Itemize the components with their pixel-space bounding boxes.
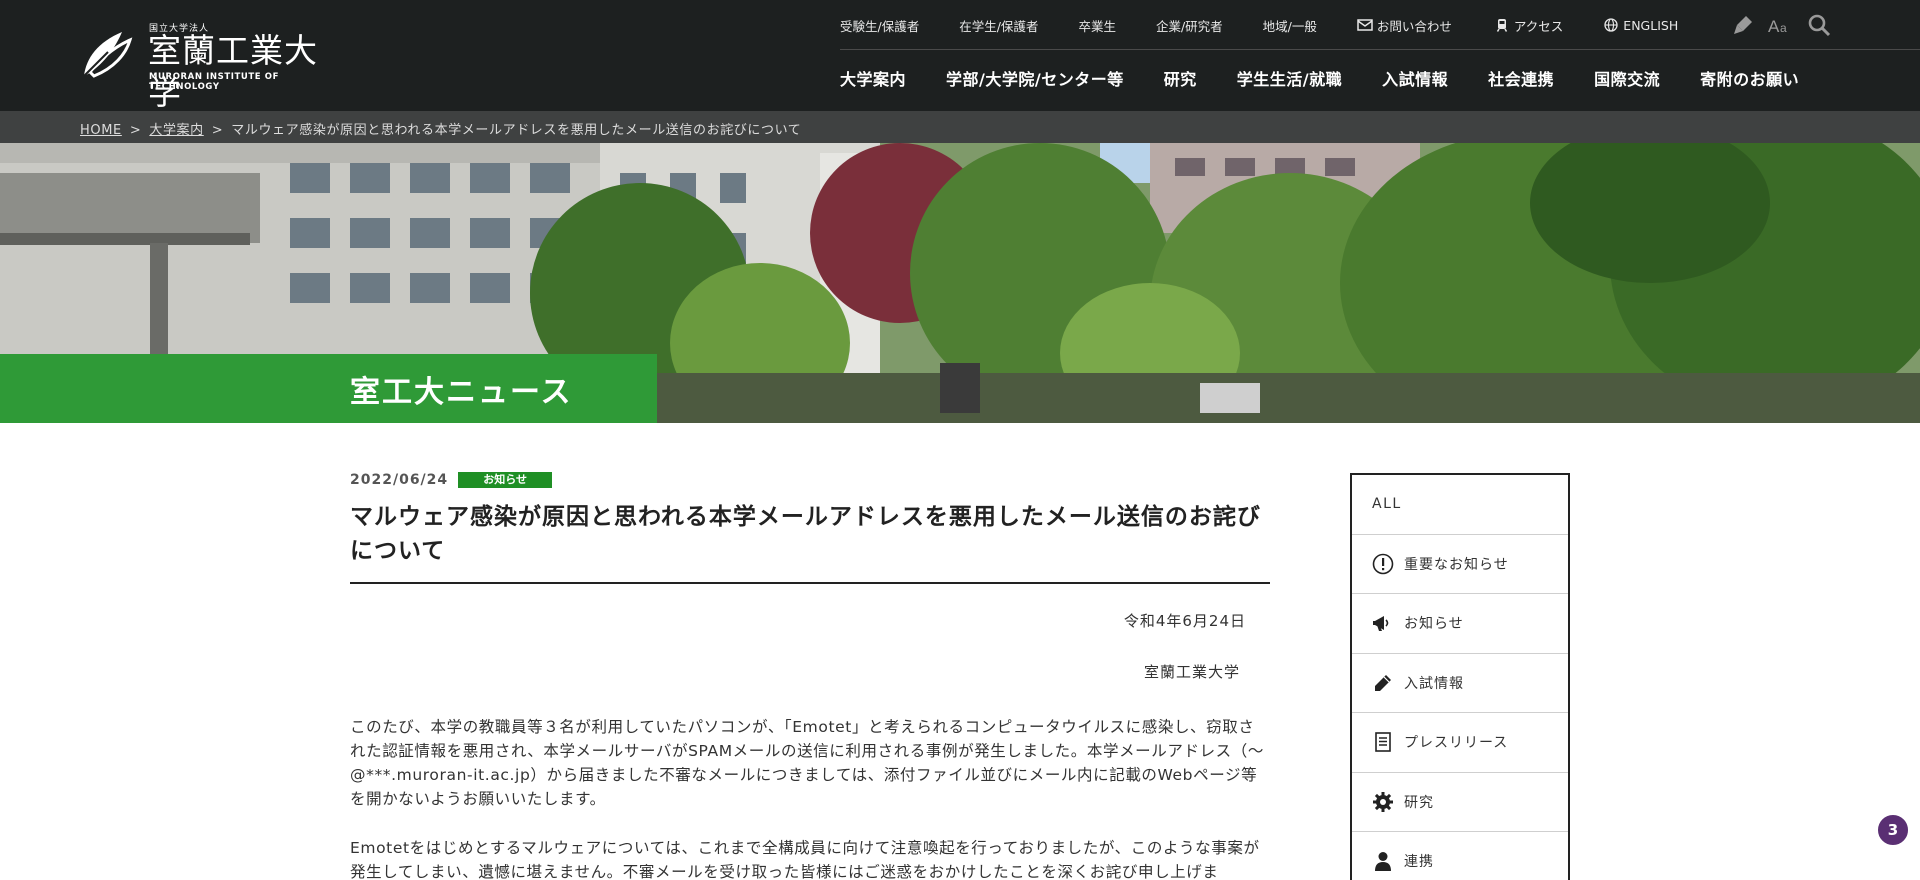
notification-count-badge[interactable]: 3 (1876, 813, 1910, 847)
audience-link-community[interactable]: 地域/一般 (1263, 16, 1317, 35)
contact-label: お問い合わせ (1376, 18, 1452, 34)
article-meta: 2022/06/24 お知らせ (350, 470, 1270, 490)
megaphone-icon (1372, 612, 1394, 634)
article-date: 2022/06/24 (350, 472, 449, 488)
article-paragraph: Emotetをはじめとするマルウェアについては、これまで全構成員に向けて注意喚起… (350, 839, 1260, 880)
category-press-release[interactable]: プレスリリース (1352, 713, 1568, 773)
breadcrumb-current: マルウェア感染が原因と思われる本学メールアドレスを悪用したメール送信のお詫びにつ… (231, 123, 802, 138)
train-icon (1496, 19, 1508, 32)
article-paragraph: このたび、本学の教職員等３名が利用していたパソコンが、「Emotet」と考えられ… (350, 718, 1264, 808)
english-label: ENGLISH (1623, 17, 1679, 33)
breadcrumb-home-link[interactable]: HOME (80, 123, 122, 138)
category-label: 重要なお知らせ (1404, 556, 1509, 573)
category-label: ALL (1372, 496, 1402, 513)
category-admissions[interactable]: 入試情報 (1352, 654, 1568, 713)
gear-icon (1372, 791, 1394, 813)
exclamation-icon (1372, 553, 1394, 575)
category-label: 研究 (1404, 794, 1434, 811)
nav-collaboration[interactable]: 社会連携 (1488, 66, 1554, 90)
logo-english: MURORAN INSTITUTE OF TECHNOLOGY (149, 72, 279, 92)
tool-buttons: Aa (1730, 12, 1844, 38)
color-theme-button[interactable] (1730, 12, 1756, 38)
access-link[interactable]: アクセス (1494, 16, 1563, 35)
site-header: 国立大学法人 室蘭工業大学 MURORAN INSTITUTE OF TECHN… (0, 0, 1920, 112)
document-icon (1372, 731, 1394, 753)
nav-student-life[interactable]: 学生生活/就職 (1237, 66, 1342, 90)
globe-icon (1604, 18, 1618, 32)
category-label: お知らせ (1404, 616, 1464, 633)
breadcrumb-separator: > (211, 123, 224, 138)
issue-date: 令和4年6月24日 (1123, 612, 1246, 630)
mail-icon (1357, 19, 1373, 31)
category-research[interactable]: 研究 (1352, 773, 1568, 832)
page-title: 室工大ニュース (350, 375, 573, 410)
nav-about[interactable]: 大学案内 (840, 66, 906, 90)
english-link[interactable]: ENGLISH (1603, 18, 1678, 33)
pencil-icon (1372, 672, 1394, 694)
nav-research[interactable]: 研究 (1164, 66, 1197, 90)
breadcrumb-parent-link[interactable]: 大学案内 (149, 123, 203, 138)
category-label: プレスリリース (1404, 735, 1509, 752)
audience-link-students[interactable]: 在学生/保護者 (959, 16, 1038, 35)
font-size-icon: Aa (1768, 17, 1787, 36)
audience-link-alumni[interactable]: 卒業生 (1078, 16, 1116, 35)
access-label: アクセス (1513, 18, 1564, 34)
search-button[interactable] (1806, 12, 1832, 38)
main-nav: 大学案内 学部/大学院/センター等 研究 学生生活/就職 入試情報 社会連携 国… (840, 66, 1839, 90)
category-sidebar: ALL 重要なお知らせ お知らせ 入試情報 プレスリリース 研究 連携 (1350, 473, 1570, 880)
article: 2022/06/24 お知らせ マルウェア感染が原因と思われる本学メールアドレス… (350, 470, 1270, 880)
category-collaboration[interactable]: 連携 (1352, 832, 1568, 880)
issuer-name: 室蘭工業大学 (1143, 663, 1240, 681)
leaf-logo-icon (81, 32, 133, 79)
category-important[interactable]: 重要なお知らせ (1352, 535, 1568, 594)
svg-text:A: A (1768, 17, 1780, 36)
breadcrumb-bar: HOME > 大学案内 > マルウェア感染が原因と思われる本学メールアドレスを悪用したメ… (0, 111, 1920, 143)
hero-title-band: 室工大ニュース (0, 354, 657, 423)
nav-faculties[interactable]: 学部/大学院/センター等 (946, 66, 1124, 90)
audience-nav: 受験生/保護者 在学生/保護者 卒業生 企業/研究者 地域/一般 お問い合わせ … (840, 14, 1678, 36)
category-label: 連携 (1404, 854, 1434, 871)
nav-donation[interactable]: 寄附のお願い (1700, 66, 1799, 90)
audience-link-companies[interactable]: 企業/研究者 (1156, 16, 1223, 35)
breadcrumb: HOME > 大学案内 > マルウェア感染が原因と思われる本学メールアドレスを悪用したメ… (80, 119, 801, 138)
article-title: マルウェア感染が原因と思われる本学メールアドレスを悪用したメール送信のお詫びにつ… (350, 500, 1270, 584)
site-logo[interactable]: 国立大学法人 室蘭工業大学 MURORAN INSTITUTE OF TECHN… (78, 20, 348, 112)
svg-text:a: a (1780, 21, 1787, 35)
nav-international[interactable]: 国際交流 (1594, 66, 1660, 90)
nav-admissions[interactable]: 入試情報 (1382, 66, 1448, 90)
header-divider (840, 49, 1920, 50)
category-all[interactable]: ALL (1352, 475, 1568, 535)
contact-link[interactable]: お問い合わせ (1357, 16, 1452, 35)
search-icon (1808, 14, 1831, 37)
person-icon (1372, 850, 1394, 872)
category-label: 入試情報 (1404, 675, 1464, 692)
audience-link-examinees[interactable]: 受験生/保護者 (840, 16, 919, 35)
category-news[interactable]: お知らせ (1352, 594, 1568, 654)
hero-banner: 室工大ニュース (0, 143, 1920, 423)
category-badge: お知らせ (458, 472, 553, 488)
paintbrush-icon (1734, 16, 1752, 34)
font-size-button[interactable]: Aa (1768, 12, 1794, 38)
breadcrumb-separator: > (129, 123, 142, 138)
